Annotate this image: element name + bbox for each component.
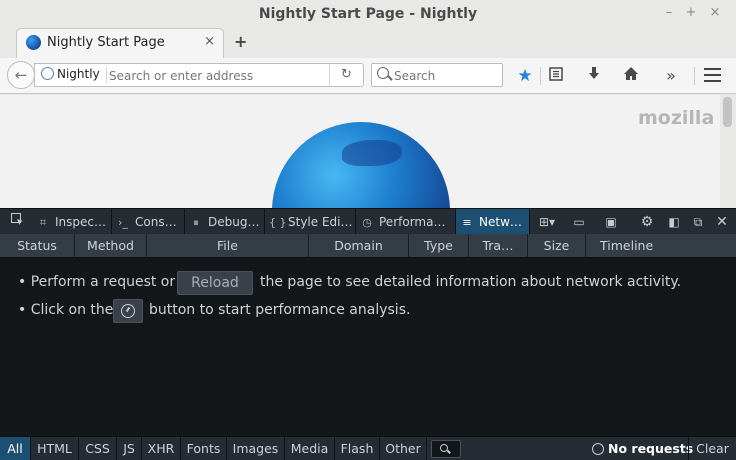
close-window-icon[interactable]: × — [706, 4, 724, 22]
toolbar-separator — [540, 67, 541, 85]
tab-close-icon[interactable]: × — [204, 34, 215, 49]
filter-all[interactable]: All — [0, 437, 31, 460]
search-input[interactable] — [394, 67, 494, 85]
stopwatch-icon — [592, 443, 604, 455]
tab-network[interactable]: ≡ Netw… — [456, 209, 530, 235]
mozilla-wordmark: mozilla — [638, 107, 715, 129]
identity-label: Nightly — [57, 67, 100, 81]
network-filter-bar: All HTML CSS JS XHR Fonts Images Media F… — [0, 436, 736, 460]
search-icon — [377, 67, 389, 79]
tab-style-editor[interactable]: { } Style Edi… — [265, 209, 356, 235]
new-tab-button[interactable]: + — [234, 32, 247, 51]
debugger-icon: ⏸ — [193, 216, 199, 229]
filter-js[interactable]: JS — [117, 437, 142, 460]
globe-icon — [41, 67, 54, 80]
web-content: mozilla — [0, 95, 720, 208]
tab-label: Debug… — [208, 215, 260, 229]
search-icon — [440, 444, 448, 452]
tab-nightly-start-page[interactable]: Nightly Start Page × — [16, 28, 224, 58]
empty-notice-line1-prefix: • Perform a request or — [18, 274, 176, 290]
tab-inspector[interactable]: ⌗ Inspec… — [32, 209, 112, 235]
back-button[interactable]: ← — [7, 61, 35, 89]
tab-label: Cons… — [135, 215, 177, 229]
console-icon: ›_ — [118, 216, 128, 229]
downloads-icon[interactable] — [583, 65, 605, 87]
hamburger-menu-icon[interactable] — [704, 68, 721, 82]
column-file[interactable]: File — [147, 234, 309, 258]
reload-icon[interactable]: ↻ — [329, 64, 363, 86]
filter-other[interactable]: Other — [380, 437, 427, 460]
filter-xhr[interactable]: XHR — [142, 437, 181, 460]
column-transferred[interactable]: Tra… — [469, 234, 528, 258]
filter-images[interactable]: Images — [227, 437, 285, 460]
filter-flash[interactable]: Flash — [335, 437, 380, 460]
dock-side-icon[interactable]: ◧ — [663, 209, 685, 235]
content-scrollbar[interactable] — [723, 97, 732, 127]
undock-window-icon[interactable]: ⧉ — [687, 209, 709, 235]
split-console-icon[interactable]: ▭ — [568, 209, 590, 235]
performance-icon: ◷ — [362, 216, 372, 229]
stopwatch-icon — [121, 304, 135, 318]
column-domain[interactable]: Domain — [309, 234, 409, 258]
bookmark-star-icon[interactable]: ★ — [514, 65, 536, 87]
column-status[interactable]: Status — [0, 234, 75, 258]
responsive-mode-icon[interactable]: ▣ — [600, 209, 622, 235]
tab-label: Netw… — [479, 215, 522, 229]
performance-analysis-button[interactable] — [113, 299, 143, 323]
tab-console[interactable]: ›_ Cons… — [112, 209, 185, 235]
filter-search-input[interactable] — [431, 440, 461, 458]
style-editor-icon: { } — [269, 216, 287, 229]
site-identity[interactable]: Nightly — [41, 67, 107, 83]
tab-label: Performa… — [379, 215, 446, 229]
navigation-toolbar: Nightly ↻ ← ★ » — [0, 58, 736, 94]
column-size[interactable]: Size — [528, 234, 586, 258]
filter-css[interactable]: CSS — [79, 437, 117, 460]
maximize-icon[interactable]: + — [682, 4, 700, 22]
inspector-icon: ⌗ — [39, 216, 47, 229]
window-title: Nightly Start Page - Nightly — [258, 6, 478, 22]
back-arrow-icon: ← — [14, 66, 28, 84]
address-input[interactable] — [109, 67, 329, 85]
nightly-globe-logo — [272, 122, 450, 208]
filter-html[interactable]: HTML — [31, 437, 79, 460]
devtools-toolbar: ⌗ Inspec… ›_ Cons… ⏸ Debug… { } Style Edi… ◷… — [0, 208, 736, 235]
column-method[interactable]: Method — [75, 234, 147, 258]
tools-dropdown-icon[interactable]: ⊞▾ — [533, 209, 561, 235]
tab-label: Inspec… — [55, 215, 106, 229]
tab-strip: Nightly Start Page × + — [0, 28, 736, 58]
minimize-icon[interactable]: – — [660, 4, 678, 22]
clear-button[interactable]: Clear — [688, 437, 736, 460]
tab-debugger[interactable]: ⏸ Debug… — [185, 209, 265, 235]
request-status: No requests — [592, 437, 693, 460]
tab-performance[interactable]: ◷ Performa… — [356, 209, 456, 235]
search-bar[interactable] — [371, 63, 503, 87]
column-type[interactable]: Type — [409, 234, 469, 258]
filter-fonts[interactable]: Fonts — [181, 437, 227, 460]
column-timeline[interactable]: Timeline — [586, 234, 736, 258]
element-picker-icon[interactable] — [6, 209, 28, 235]
network-icon: ≡ — [462, 216, 472, 229]
empty-notice-line1-suffix: the page to see detailed information abo… — [260, 274, 682, 290]
tab-label: Nightly Start Page — [47, 35, 165, 50]
home-icon[interactable] — [620, 65, 642, 87]
toolbar-separator — [694, 67, 695, 85]
bookmarks-menu-icon[interactable] — [545, 65, 567, 87]
settings-gear-icon[interactable]: ⚙ — [636, 209, 658, 235]
overflow-chevron-icon[interactable]: » — [660, 65, 682, 87]
empty-notice-line2-suffix: button to start performance analysis. — [149, 302, 411, 318]
tab-label: Style Edi… — [288, 215, 353, 229]
close-devtools-icon[interactable]: ✕ — [711, 209, 733, 235]
network-panel: • Perform a request or Reload the page t… — [0, 258, 736, 436]
network-column-headers: Status Method File Domain Type Tra… Size… — [0, 234, 736, 258]
filter-media[interactable]: Media — [285, 437, 335, 460]
nightly-favicon-icon — [26, 35, 41, 50]
empty-notice-line2-prefix: • Click on the — [18, 302, 114, 318]
title-bar: Nightly Start Page - Nightly – + × — [0, 0, 736, 28]
url-bar[interactable]: Nightly ↻ — [34, 63, 364, 87]
status-text: No requests — [608, 441, 694, 456]
reload-button[interactable]: Reload — [177, 271, 253, 295]
